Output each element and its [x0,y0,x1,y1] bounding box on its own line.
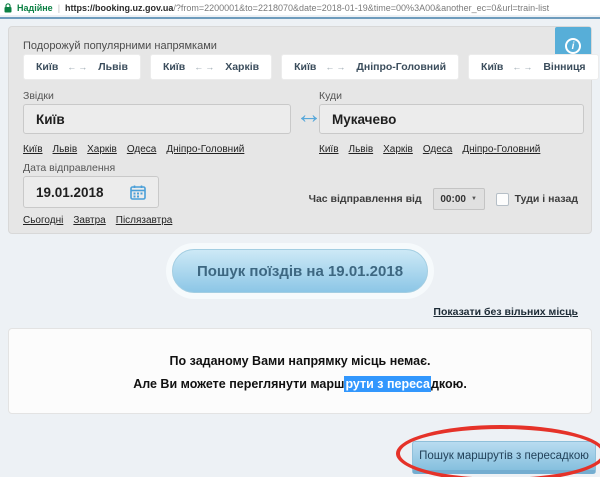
popular-routes-heading: Подорожуй популярними напрямками [23,40,217,52]
time-select[interactable]: 00:00 ▼ [433,188,485,210]
route-arrows-icon: ←→ [67,62,89,72]
route-to: Дніпро-Головний [356,61,446,73]
route-from: Київ [481,61,503,73]
search-trains-button[interactable]: Пошук поїздів на 19.01.2018 [172,249,428,293]
address-bar[interactable]: Надійне | https://booking.uz.gov.ua/?fro… [0,0,600,15]
from-station-input[interactable]: Київ [23,104,291,134]
station-link[interactable]: Дніпро-Головний [166,144,244,155]
station-link[interactable]: Одеса [423,144,453,155]
popular-route-button-vinnytsia[interactable]: Київ ←→ Вінниця [468,54,599,80]
popular-routes-row: Київ ←→ Львів Київ ←→ Харків Київ ←→ Дні… [23,54,600,80]
url-separator: | [58,3,60,13]
date-shortcut-links: Сьогодні Завтра Післязавтра [23,215,172,226]
station-link[interactable]: Львів [53,144,78,155]
site-top-border [0,17,600,19]
route-arrows-icon: ←→ [512,62,534,72]
from-field-label: Звідки [23,90,54,102]
roundtrip-checkbox[interactable] [496,193,509,206]
search-transfer-routes-button[interactable]: Пошук маршрутів з пересадкою [412,441,596,474]
browser-screenshot: Надійне | https://booking.uz.gov.ua/?fro… [0,0,600,477]
show-without-seats-link[interactable]: Показати без вільних місць [433,306,578,318]
station-link[interactable]: Дніпро-Головний [462,144,540,155]
station-link[interactable]: Харків [87,144,117,155]
station-link[interactable]: Львів [349,144,374,155]
time-field-label: Час відправлення від [309,193,422,205]
chevron-down-icon: ▼ [471,196,477,202]
station-link[interactable]: Одеса [127,144,157,155]
security-label: Надійне [17,3,53,13]
station-link[interactable]: Київ [319,144,339,155]
shortcut-today-link[interactable]: Сьогодні [23,215,63,226]
shortcut-aftertomorrow-link[interactable]: Післязавтра [116,215,173,226]
no-seats-message-card: По заданому Вами напрямку місць немає. А… [8,328,592,414]
to-station-input[interactable]: Мукачево [319,104,584,134]
route-arrows-icon: ←→ [325,62,347,72]
page-url: https://booking.uz.gov.ua/?from=2200001&… [65,3,549,13]
route-arrows-icon: ←→ [194,62,216,72]
popular-route-button-kharkiv[interactable]: Київ ←→ Харків [150,54,272,80]
station-link[interactable]: Київ [23,144,43,155]
route-to: Харків [225,61,259,73]
date-input[interactable]: 19.01.2018 [23,176,159,208]
url-host: https://booking.uz.gov.ua [65,3,173,13]
from-station-quick-links: Київ Львів Харків Одеса Дніпро-Головний [23,144,244,155]
message-line-2: Але Ви можете переглянути маршрути з пер… [9,373,591,396]
station-link[interactable]: Харків [383,144,413,155]
to-field-label: Куди [319,90,342,102]
message-line-2-post: дкою. [431,377,467,391]
url-query: /?from=2200001&to=2218070&date=2018-01-1… [173,3,549,13]
selected-text: рути з переса [344,376,431,392]
time-value: 00:00 [440,194,466,205]
roundtrip-option: Туди і назад [496,193,578,206]
departure-time-row: Час відправлення від 00:00 ▼ Туди і наза… [309,188,578,210]
route-from: Київ [36,61,58,73]
route-to: Львів [98,61,128,73]
shortcut-tomorrow-link[interactable]: Завтра [73,215,105,226]
info-icon: i [565,38,581,54]
route-to: Вінниця [543,61,585,73]
date-value: 19.01.2018 [36,185,104,200]
popular-route-button-lviv[interactable]: Київ ←→ Львів [23,54,141,80]
roundtrip-label: Туди і назад [515,193,578,205]
calendar-icon[interactable] [130,185,146,200]
search-form-card: Подорожуй популярними напрямками i Київ … [8,26,592,234]
popular-route-button-dnipro[interactable]: Київ ←→ Дніпро-Головний [281,54,459,80]
date-field-label: Дата відправлення [23,162,115,174]
route-from: Київ [294,61,316,73]
message-line-1: По заданому Вами напрямку місць немає. [9,350,591,373]
message-line-2-pre: Але Ви можете переглянути марш [133,377,344,391]
to-station-quick-links: Київ Львів Харків Одеса Дніпро-Головний [319,144,540,155]
lock-icon [4,3,12,13]
route-from: Київ [163,61,185,73]
